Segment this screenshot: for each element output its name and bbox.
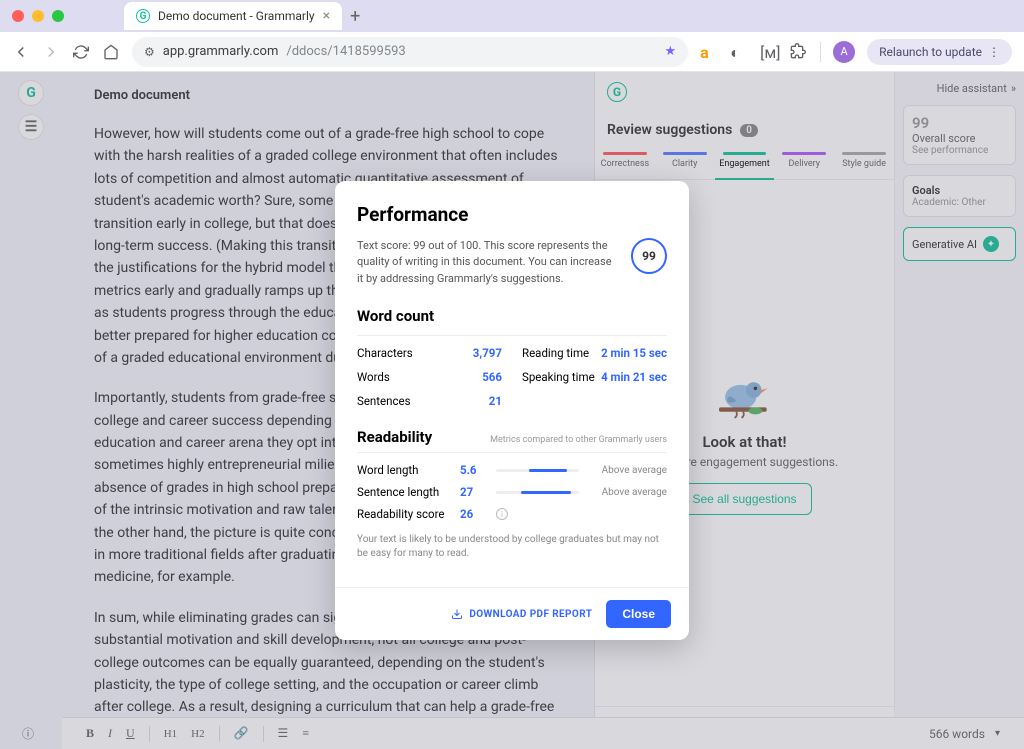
url-host: app.grammarly.com <box>163 44 279 59</box>
word-count-stats: Characters3,797 Reading time2 min 15 sec… <box>357 335 667 408</box>
download-icon <box>451 608 463 620</box>
hide-assistant-button[interactable]: Hide assistant » <box>903 82 1016 95</box>
tab-title: Demo document - Grammarly <box>158 9 315 23</box>
separator <box>820 42 821 62</box>
word-count[interactable]: 566 words <box>929 727 985 741</box>
underline-button[interactable]: U <box>126 726 135 741</box>
window-close[interactable] <box>12 10 24 22</box>
window-titlebar: G Demo document - Grammarly × + <box>0 0 1024 32</box>
bold-button[interactable]: B <box>86 726 94 741</box>
readability-heading: Readability <box>357 428 432 446</box>
modal-footer: DOWNLOAD PDF REPORT Close <box>335 587 689 640</box>
sidebar-toggle[interactable]: ☰ <box>18 114 44 140</box>
italic-button[interactable]: I <box>108 726 112 741</box>
link-button[interactable]: 🔗 <box>234 726 249 741</box>
tab-close-icon[interactable]: × <box>323 8 330 24</box>
extensions-menu-icon[interactable] <box>790 43 808 61</box>
toolbar-right: a ◐ [м] A Relaunch to update ⋮ <box>700 39 1012 65</box>
readability-note-heading: Metrics compared to other Grammarly user… <box>490 435 667 445</box>
extension-icon-3[interactable]: [м] <box>760 43 778 61</box>
reload-button[interactable] <box>72 43 90 61</box>
suggestion-tabs: Correctness Clarity Engagement Delivery … <box>595 148 894 180</box>
performance-modal: Performance Text score: 99 out of 100. T… <box>335 181 689 641</box>
generative-ai-card[interactable]: Generative AI ✦ <box>903 227 1016 261</box>
document-title[interactable]: Demo document <box>94 88 562 103</box>
forward-button[interactable] <box>42 43 60 61</box>
app-sidebar: G ☰ <box>0 72 62 749</box>
grammarly-favicon: G <box>136 9 150 23</box>
info-icon[interactable]: i <box>496 508 508 520</box>
window-minimize[interactable] <box>32 10 44 22</box>
back-button[interactable] <box>12 43 30 61</box>
menu-dots-icon: ⋮ <box>988 45 1000 59</box>
profile-avatar[interactable]: A <box>833 41 855 63</box>
chevron-down-icon[interactable]: ▾ <box>995 728 1000 739</box>
help-icon[interactable]: ⓘ <box>22 725 34 742</box>
tab-style-guide[interactable]: Style guide <box>834 148 894 179</box>
app-container: G ☰ Demo document However, how will stud… <box>0 72 1024 749</box>
sentence-length-row: Sentence length 27 Above average <box>357 481 667 503</box>
grammarly-logo[interactable]: G <box>18 80 44 106</box>
readability-note: Your text is likely to be understood by … <box>357 533 667 565</box>
h1-button[interactable]: H1 <box>164 728 177 740</box>
tab-clarity[interactable]: Clarity <box>655 148 715 179</box>
bullet-list-button[interactable]: ≡ <box>302 726 309 741</box>
review-suggestions-heading: Review suggestions 0 <box>595 112 894 148</box>
download-pdf-button[interactable]: DOWNLOAD PDF REPORT <box>451 608 592 620</box>
panel-header: G <box>595 72 894 112</box>
overall-score-card[interactable]: 99 Overall score See performance <box>903 105 1016 165</box>
lightbulb-icon: ✦ <box>983 236 999 252</box>
window-maximize[interactable] <box>52 10 64 22</box>
h2-button[interactable]: H2 <box>191 728 204 740</box>
numbered-list-button[interactable]: ☰ <box>278 726 289 741</box>
bird-illustration <box>709 371 781 423</box>
see-all-suggestions-button[interactable]: See all suggestions <box>677 483 811 515</box>
word-count-heading: Word count <box>357 307 667 325</box>
url-path: /ddocs/1418599593 <box>286 44 405 59</box>
new-tab-button[interactable]: + <box>350 6 360 27</box>
relaunch-button[interactable]: Relaunch to update ⋮ <box>867 39 1012 65</box>
browser-toolbar: ⚙ app.grammarly.com/ddocs/1418599593 ★ a… <box>0 32 1024 72</box>
format-bar: ⓘ B I U H1 H2 🔗 ☰ ≡ 566 words ▾ <box>62 717 1024 749</box>
home-button[interactable] <box>102 43 120 61</box>
grammarly-icon: G <box>607 82 627 102</box>
extension-icon-1[interactable]: a <box>700 43 718 61</box>
readability-score-row: Readability score 26 i <box>357 503 667 525</box>
score-circle: 99 <box>631 238 667 274</box>
traffic-lights <box>12 10 64 22</box>
modal-title: Performance <box>357 203 667 226</box>
suggestion-count-badge: 0 <box>740 124 758 137</box>
goals-card[interactable]: Goals Academic: Other <box>903 175 1016 217</box>
chevron-right-icon: » <box>1011 82 1016 95</box>
extension-icon-2[interactable]: ◐ <box>730 43 748 61</box>
tab-engagement[interactable]: Engagement <box>715 148 775 179</box>
close-button[interactable]: Close <box>606 600 671 628</box>
url-bar[interactable]: ⚙ app.grammarly.com/ddocs/1418599593 ★ <box>132 37 688 67</box>
browser-tab[interactable]: G Demo document - Grammarly × <box>124 2 342 30</box>
bookmark-icon[interactable]: ★ <box>664 44 676 59</box>
empty-title: Look at that! <box>702 433 786 451</box>
word-length-row: Word length 5.6 Above average <box>357 459 667 481</box>
tab-delivery[interactable]: Delivery <box>774 148 834 179</box>
tab-correctness[interactable]: Correctness <box>595 148 655 179</box>
modal-description: Text score: 99 out of 100. This score re… <box>357 238 615 288</box>
assistant-panel: Hide assistant » 99 Overall score See pe… <box>894 72 1024 749</box>
site-settings-icon[interactable]: ⚙ <box>144 45 155 59</box>
